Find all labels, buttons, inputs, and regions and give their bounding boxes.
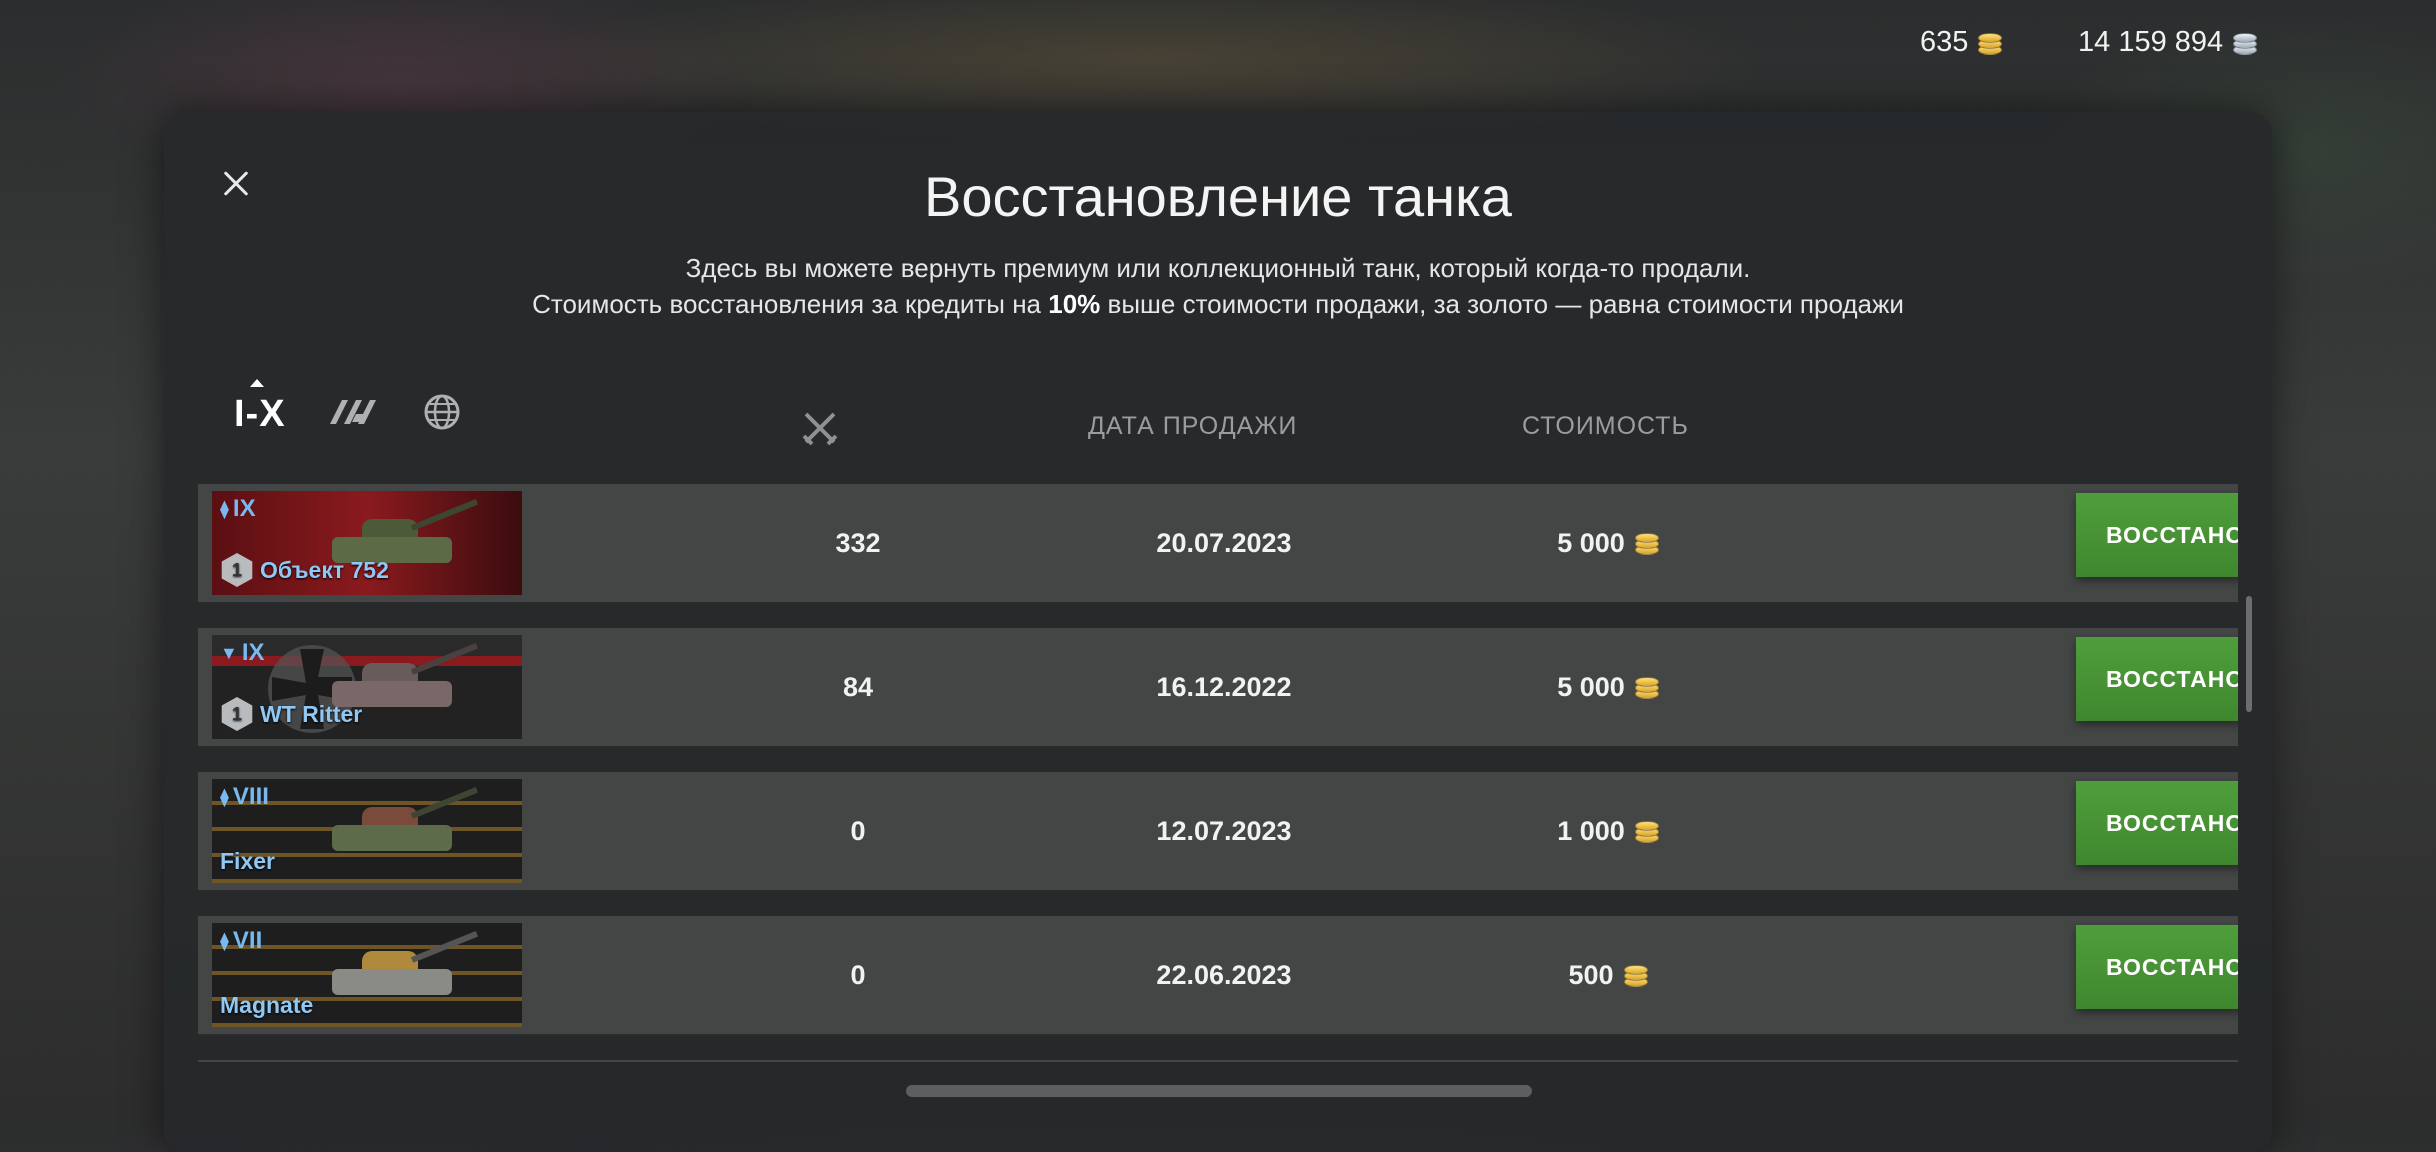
restore-button[interactable]: ВОССТАНОВИТЬ [2076,781,2238,865]
tank-card: ⧫ VII Magnate [212,923,522,1027]
tank-name-text: Fixer [220,848,275,874]
tank-name: 1 WT Ritter [220,697,362,731]
tank-destroyer-icon: ▼ [220,642,238,663]
credits-balance: 14 159 894 [2078,26,2258,59]
sale-date-header[interactable]: ДАТА ПРОДАЖИ [1088,412,1297,441]
tier-filter-label: I-X [234,392,286,435]
sort-caret-icon [250,378,264,387]
tank-name-text: WT Ritter [260,700,363,727]
gold-coin-icon [1976,32,2003,55]
price: 5 000 [1458,484,1758,602]
battles-count: 0 [850,960,866,990]
sale-date: 22.06.2023 [1156,960,1292,990]
tier-label: ▼ IX [220,639,265,667]
restore-button[interactable]: ВОССТАНОВИТЬ [2076,493,2238,577]
restore-button[interactable]: ВОССТАНОВИТЬ [2076,637,2238,721]
crossed-swords-icon[interactable] [800,408,840,455]
mastery-badge-icon: 1 [221,553,253,587]
medium-tank-icon: ⧫ [220,498,229,519]
tier-value: VIII [232,783,269,810]
restore-tank-dialog: Восстановление танка Здесь вы можете вер… [164,112,2272,1152]
tank-image [322,930,479,1005]
gold-coin-icon [1622,964,1648,987]
tank-card: ⧫ IX 1 Объект 752 [212,491,522,595]
tier-label: ⧫ VII [220,927,262,955]
battles-count: 84 [842,672,874,702]
filter-bar: I-X [234,378,462,444]
gold-balance: 635 [1920,26,2003,59]
tier-value: IX [232,495,256,522]
gold-coin-icon [1633,676,1659,699]
gold-amount: 635 [1920,26,1969,58]
subtitle-text-end: выше стоимости продажи, за золото — равн… [1100,289,1904,319]
subtitle-line-1: Здесь вы можете вернуть премиум или колл… [685,253,1751,283]
table-row: ⧫ IX 1 Объект 752 332 20.07.2023 5 000 В… [198,484,2238,604]
table-row: ▼ IX 1 WT Ritter 84 16.12.2022 5 000 ВОС… [198,628,2238,748]
sale-date: 20.07.2023 [1156,528,1292,558]
subtitle-text: Стоимость восстановления за кредиты на [532,289,1049,319]
tank-name: 1 Объект 752 [220,553,389,587]
globe-icon[interactable] [422,392,462,437]
silver-coin-icon [2231,32,2258,55]
home-indicator[interactable] [906,1085,1532,1097]
price-value: 1 000 [1557,816,1625,846]
table-row [198,1060,2238,1062]
tank-name-text: Объект 752 [260,556,389,583]
subtitle-percent: 10% [1048,289,1101,319]
medium-tank-icon: ⧫ [220,786,229,807]
price: 500 [1458,916,1758,1034]
price: 5 000 [1458,628,1758,746]
table-row: ⧫ VII Magnate 0 22.06.2023 500 ВОССТАНОВ… [198,916,2238,1036]
price: 1 000 [1458,772,1758,890]
battles-count: 332 [835,528,881,558]
tank-name: Fixer [220,848,275,875]
sale-date: 16.12.2022 [1156,672,1292,702]
subtitle-line-2: Стоимость восстановления за кредиты на 1… [164,286,2272,322]
restore-button[interactable]: ВОССТАНОВИТЬ [2076,925,2238,1009]
table-row: ⧫ VIII Fixer 0 12.07.2023 1 000 ВОССТАНО… [198,772,2238,892]
tank-name-text: Magnate [220,992,314,1018]
dialog-subtitle: Здесь вы можете вернуть премиум или колл… [164,250,2272,322]
vehicle-type-icon[interactable] [326,392,382,437]
cost-header[interactable]: СТОИМОСТЬ [1522,412,1689,441]
tank-card: ▼ IX 1 WT Ritter [212,635,522,739]
tank-image [322,786,479,861]
gold-coin-icon [1633,820,1659,843]
tier-label: ⧫ VIII [220,783,269,811]
price-value: 500 [1568,960,1614,990]
tank-list: ⧫ IX 1 Объект 752 332 20.07.2023 5 000 В… [198,484,2238,1062]
dialog-title: Восстановление танка [924,165,1512,228]
medium-tank-icon: ⧫ [220,930,229,951]
tier-label: ⧫ IX [220,495,256,523]
credits-amount: 14 159 894 [2078,26,2224,58]
tank-card: ⧫ VIII Fixer [212,779,522,883]
mastery-badge-icon: 1 [221,697,253,731]
tier-value: VII [232,927,263,954]
tier-value: IX [241,639,265,666]
price-value: 5 000 [1557,528,1625,558]
sale-date: 12.07.2023 [1156,816,1292,846]
battles-count: 0 [850,816,866,846]
scrollbar[interactable] [2246,596,2252,712]
price-value: 5 000 [1557,672,1625,702]
gold-coin-icon [1633,532,1659,555]
tier-filter[interactable]: I-X [234,378,286,436]
tank-name: Magnate [220,992,313,1019]
